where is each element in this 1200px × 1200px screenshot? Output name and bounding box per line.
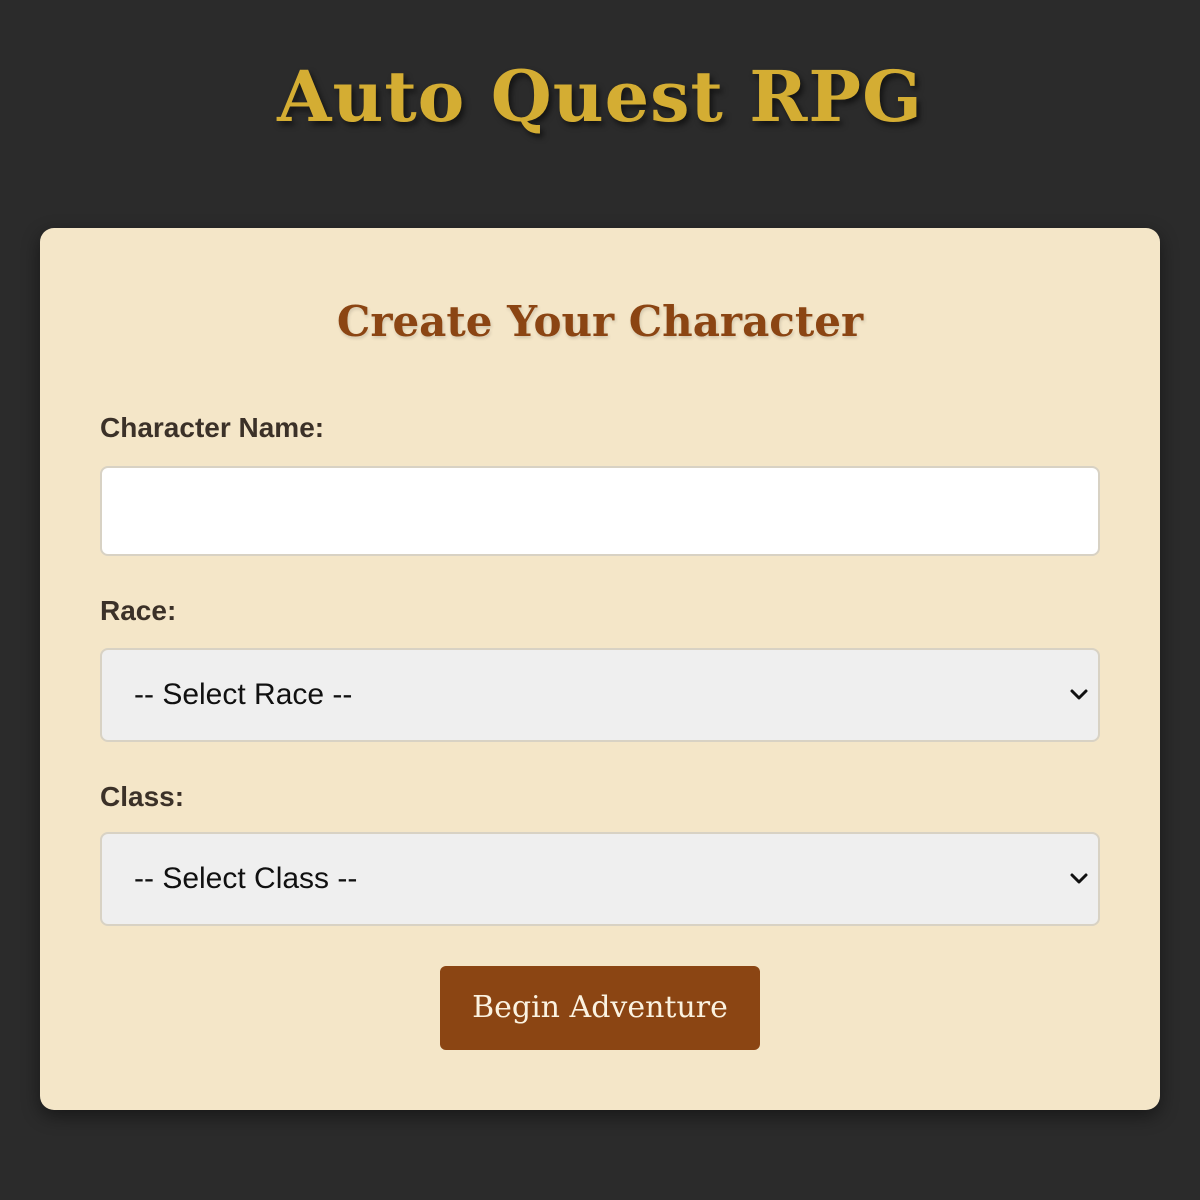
character-name-input[interactable] bbox=[100, 466, 1100, 556]
form-heading: Create Your Character bbox=[336, 297, 864, 346]
race-label: Race: bbox=[100, 595, 177, 626]
chevron-down-icon bbox=[1070, 689, 1088, 700]
chevron-down-icon bbox=[1070, 873, 1088, 884]
race-select-value: -- Select Race -- bbox=[134, 678, 353, 711]
begin-adventure-button[interactable]: Begin Adventure bbox=[440, 966, 760, 1050]
class-select-value: -- Select Class -- bbox=[134, 862, 358, 895]
class-label: Class: bbox=[100, 781, 185, 812]
character-name-label: Character Name: bbox=[100, 412, 325, 443]
class-select[interactable]: -- Select Class -- bbox=[100, 832, 1100, 926]
character-creation-card: Create Your Character Character Name: Ra… bbox=[40, 228, 1160, 1110]
race-select[interactable]: -- Select Race -- bbox=[100, 648, 1100, 742]
app-title: Auto Quest RPG bbox=[277, 55, 923, 138]
